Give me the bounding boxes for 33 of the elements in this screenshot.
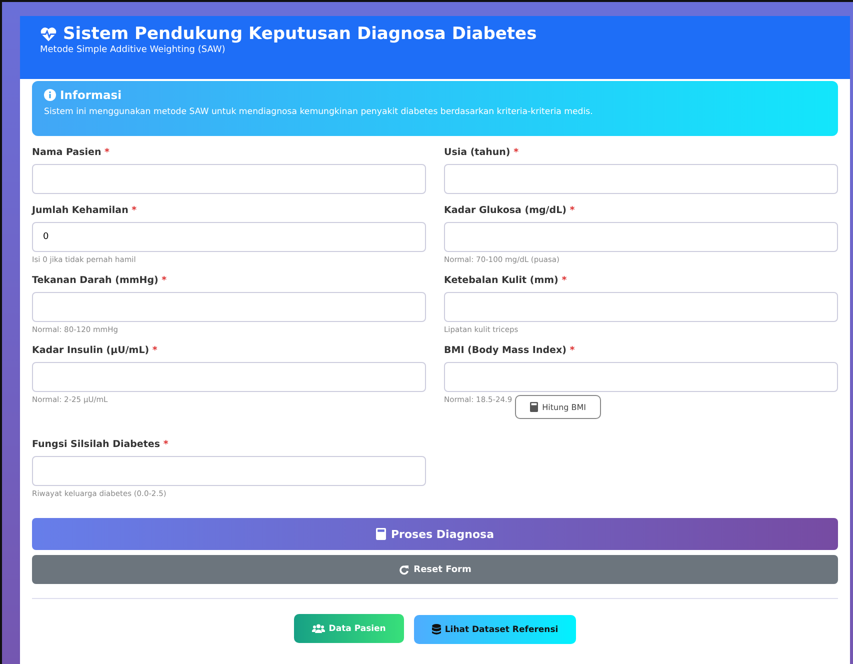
calculator-icon [376,528,386,540]
reset-button[interactable]: Reset Form [32,555,838,584]
input-field[interactable] [32,164,426,194]
input-field[interactable]: 0 [32,222,426,252]
field-label: Fungsi Silsilah Diabetes * [32,439,170,450]
info-text: Sistem ini menggunakan metode SAW untuk mendiagnosa kemungkinan penyakit diabetes berdasarkan kriteria-kriteria medis. [44,107,594,117]
field-label: Tekanan Darah (mmHg) * [32,275,168,286]
field-label: Kadar Glukosa (mg/dL) * [444,205,576,216]
field-label: Usia (tahun) * [444,147,520,158]
heartbeat-icon [40,26,57,42]
process-button[interactable]: Proses Diagnosa [32,518,838,550]
subtitle: Metode Simple Additive Weighting (SAW) [40,45,226,55]
users-icon [312,624,325,633]
dataset-button[interactable]: Lihat Dataset Referensi [414,615,576,644]
input-field[interactable] [444,292,838,322]
input-field[interactable] [444,164,838,194]
calculator-icon [530,402,538,412]
input-field[interactable] [32,362,426,392]
field-label: Jumlah Kehamilan * [32,205,138,216]
field-label: Nama Pasien * [32,147,110,158]
input-field[interactable] [444,362,838,392]
field-label: Kadar Insulin (µU/mL) * [32,345,158,356]
field-label: Ketebalan Kulit (mm) * [444,275,568,286]
input-field[interactable] [444,222,838,252]
title-text: Sistem Pendukung Keputusan Diagnosa Diabetes [63,24,537,44]
info-title: Informasi [60,88,122,102]
field-label: BMI (Body Mass Index) * [444,345,576,356]
calculate-bmi-button[interactable]: Hitung BMI [515,395,602,419]
database-icon [432,624,441,635]
input-field[interactable] [32,456,426,486]
reset-icon [398,564,409,574]
input-field[interactable] [32,292,426,322]
info-icon [44,89,56,101]
